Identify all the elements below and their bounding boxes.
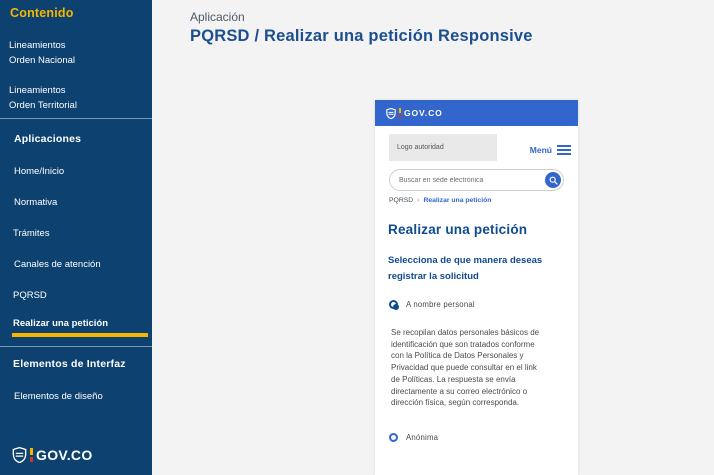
escudo-icon bbox=[12, 447, 27, 463]
radio-option-anonima[interactable]: Anónima bbox=[389, 433, 438, 442]
petition-question: Selecciona de que manera deseas registra… bbox=[388, 253, 570, 285]
radio-option-label: A nombre personal bbox=[406, 300, 475, 309]
govco-logo-text: GOV.CO bbox=[404, 108, 443, 118]
breadcrumb-pqrsd[interactable]: PQRSD bbox=[389, 197, 413, 204]
hamburger-icon bbox=[557, 143, 571, 157]
page: Contenido Lineamientos Orden Nacional Li… bbox=[0, 0, 714, 475]
sidebar-item-realizar-una-peticion-active[interactable]: Realizar una petición bbox=[13, 316, 108, 331]
page-kicker: Aplicación bbox=[190, 10, 245, 24]
radio-option-a-nombre-personal[interactable]: A nombre personal bbox=[389, 300, 475, 309]
sidebar-item-normativa[interactable]: Normativa bbox=[14, 195, 57, 210]
sidebar-section-elementos-interfaz: Elementos de Interfaz bbox=[13, 358, 126, 370]
petition-title: Realizar una petición bbox=[388, 222, 527, 237]
active-item-underline bbox=[12, 333, 148, 337]
flag-divider-icon bbox=[30, 448, 33, 462]
breadcrumb: PQRSD › Realizar una petición bbox=[389, 197, 491, 204]
radio-option-label: Anónima bbox=[406, 433, 438, 442]
menu-label: Menú bbox=[530, 145, 552, 155]
option-description: Se recopilan datos personales básicos de… bbox=[391, 327, 545, 409]
mobile-mockup: GOV.CO Logo autoridad Menú PQRSD › Reali… bbox=[375, 100, 578, 475]
authority-logo-placeholder: Logo autoridad bbox=[389, 134, 497, 161]
sidebar-item-tramites[interactable]: Trámites bbox=[13, 226, 50, 241]
sidebar-section-aplicaciones: Aplicaciones bbox=[14, 133, 81, 145]
page-title: PQRSD / Realizar una petición Responsive bbox=[190, 27, 533, 46]
sidebar-item-home-inicio[interactable]: Home/Inicio bbox=[14, 164, 64, 179]
menu-button[interactable]: Menú bbox=[530, 143, 571, 157]
sidebar-item-elementos-de-diseno[interactable]: Elementos de diseño bbox=[14, 389, 103, 404]
govco-logo[interactable]: GOV.CO bbox=[12, 447, 93, 463]
govco-logo-text: GOV.CO bbox=[36, 447, 93, 463]
radio-unchecked-icon bbox=[389, 433, 398, 442]
escudo-icon bbox=[386, 108, 396, 119]
flag-divider-icon bbox=[399, 108, 401, 118]
search-input[interactable] bbox=[399, 170, 539, 190]
sidebar-title: Contenido bbox=[10, 6, 74, 20]
govco-header-bar[interactable]: GOV.CO bbox=[375, 100, 578, 126]
sidebar-item-lineamientos-nacional[interactable]: Lineamientos Orden Nacional bbox=[9, 38, 93, 68]
search-icon bbox=[549, 176, 558, 185]
sidebar-item-canales-de-atencion[interactable]: Canales de atención bbox=[14, 257, 101, 272]
sidebar-item-pqrsd[interactable]: PQRSD bbox=[13, 288, 47, 303]
radio-checked-icon bbox=[389, 300, 398, 309]
sidebar-divider bbox=[0, 118, 152, 119]
breadcrumb-separator-icon: › bbox=[417, 197, 419, 204]
sidebar: Contenido Lineamientos Orden Nacional Li… bbox=[0, 0, 152, 475]
breadcrumb-current: Realizar una petición bbox=[423, 197, 491, 204]
search-button[interactable] bbox=[545, 172, 561, 188]
sidebar-item-lineamientos-territorial[interactable]: Lineamientos Orden Territorial bbox=[9, 83, 93, 113]
search-bar bbox=[389, 169, 564, 191]
sidebar-divider bbox=[0, 346, 152, 347]
